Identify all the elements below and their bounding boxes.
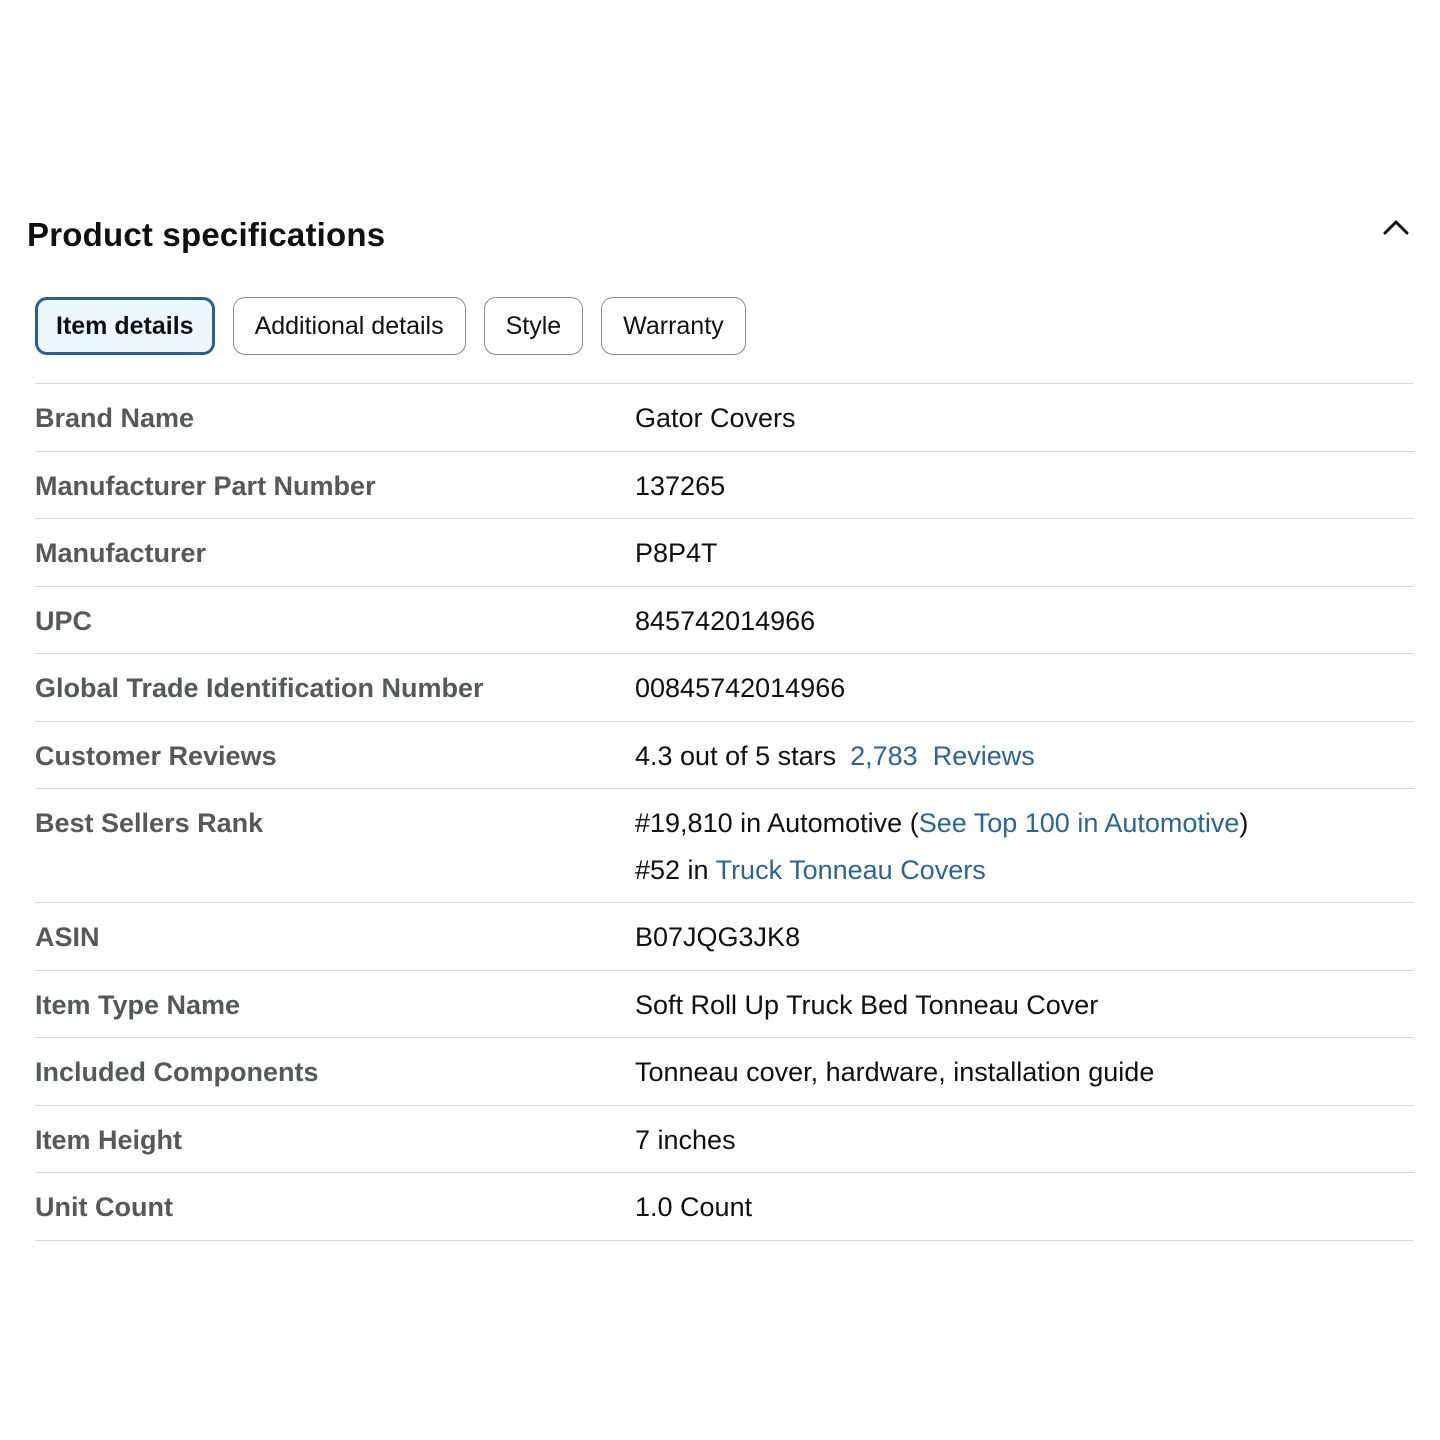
tab-warranty[interactable]: Warranty (601, 297, 746, 355)
spec-row-item-height: Item Height 7 inches (35, 1106, 1414, 1173)
spec-label: Brand Name (35, 403, 195, 433)
reviews-link[interactable]: 2,783 Reviews (850, 741, 1035, 771)
spec-value: 4.3 out of 5 stars 2,783 Reviews (635, 722, 1414, 788)
spec-row-best-sellers-rank: Best Sellers Rank #19,810 in Automotive … (35, 789, 1414, 903)
spec-label: Item Height (35, 1124, 183, 1155)
spec-value: 845742014966 (635, 605, 816, 636)
spec-value: B07JQG3JK8 (635, 922, 801, 952)
truck-tonneau-covers-link[interactable]: Truck Tonneau Covers (716, 855, 986, 885)
spec-value: 1.0 Count (635, 1192, 753, 1222)
section-header: Product specifications (27, 212, 1417, 262)
spec-label: Manufacturer (35, 538, 207, 568)
tab-additional-details[interactable]: Additional details (232, 297, 466, 355)
tab-style[interactable]: Style (483, 297, 584, 355)
spec-value: Tonneau cover, hardware, installation gu… (635, 1057, 1155, 1087)
spec-label: Included Components (35, 1057, 319, 1087)
spec-row-manufacturer-part-number: Manufacturer Part Number 137265 (35, 452, 1414, 519)
spec-row-upc: UPC 845742014966 (35, 587, 1414, 654)
spec-row-brand-name: Brand Name Gator Covers (35, 384, 1414, 452)
spec-label: Unit Count (35, 1192, 173, 1222)
rank-line-tonneau: #52 in Truck Tonneau Covers (635, 852, 1414, 888)
spec-row-included-components: Included Components Tonneau cover, hardw… (35, 1038, 1414, 1106)
top-100-automotive-link[interactable]: See Top 100 in Automotive (919, 808, 1240, 838)
spec-row-gtin: Global Trade Identification Number 00845… (35, 654, 1414, 722)
spec-label: Global Trade Identification Number (35, 673, 484, 703)
section-title: Product specifications (27, 216, 386, 253)
spec-value: 00845742014966 (635, 673, 846, 703)
chevron-up-icon (1383, 220, 1409, 235)
spec-value: Gator Covers (635, 403, 796, 433)
spec-value: Soft Roll Up Truck Bed Tonneau Cover (635, 989, 1099, 1020)
spec-label: Manufacturer Part Number (35, 470, 376, 501)
rank-text: #19,810 in Automotive ( (635, 808, 919, 838)
spec-value: P8P4T (635, 538, 718, 568)
spec-row-asin: ASIN B07JQG3JK8 (35, 903, 1414, 971)
rank-line-automotive: #19,810 in Automotive (See Top 100 in Au… (635, 805, 1414, 841)
spec-label: ASIN (35, 922, 100, 952)
spec-label: Customer Reviews (35, 740, 277, 771)
rank-text-suffix: ) (1239, 808, 1249, 838)
spec-label: UPC (35, 605, 93, 636)
spec-value: #19,810 in Automotive (See Top 100 in Au… (635, 789, 1414, 902)
spec-row-customer-reviews: Customer Reviews 4.3 out of 5 stars 2,783… (35, 722, 1414, 789)
spec-label: Item Type Name (35, 989, 241, 1020)
spec-value: 137265 (635, 470, 726, 501)
rating-text: 4.3 out of 5 stars (635, 740, 837, 771)
spec-row-unit-count: Unit Count 1.0 Count (35, 1173, 1414, 1241)
collapse-button[interactable] (1375, 208, 1417, 250)
rank-text: #52 in (635, 855, 716, 885)
spec-table: Brand Name Gator Covers Manufacturer Par… (35, 383, 1414, 1241)
spec-label: Best Sellers Rank (35, 808, 264, 838)
spec-tabs: Item details Additional details Style Wa… (35, 297, 746, 355)
spec-value: 7 inches (635, 1124, 736, 1155)
tab-item-details[interactable]: Item details (35, 297, 215, 355)
spec-row-manufacturer: Manufacturer P8P4T (35, 519, 1414, 587)
spec-row-item-type-name: Item Type Name Soft Roll Up Truck Bed To… (35, 971, 1414, 1038)
